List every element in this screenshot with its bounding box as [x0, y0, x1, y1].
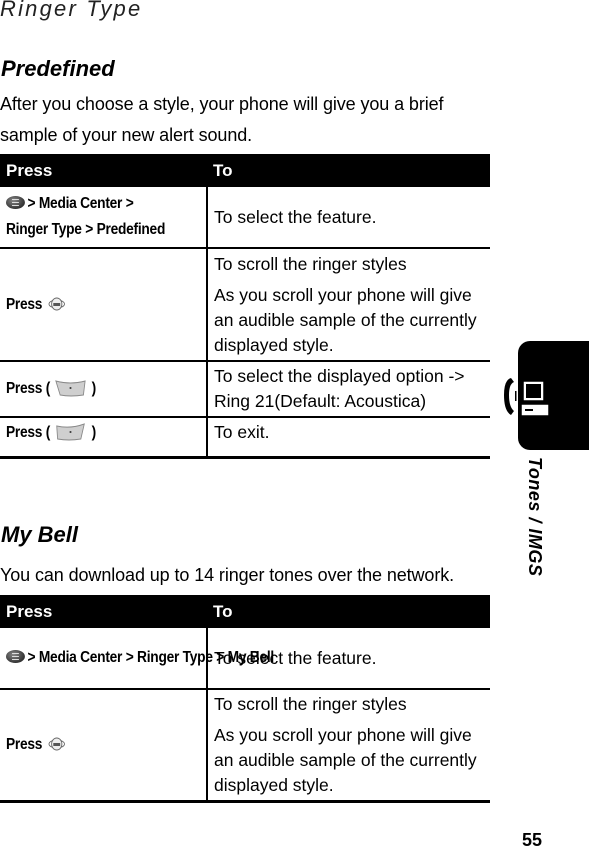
- to-text: To select the feature.: [214, 206, 377, 227]
- table-row: Press To scroll the ringer styles As you…: [0, 248, 490, 362]
- press-cell: Press ( ): [0, 361, 208, 418]
- to-cell: To select the displayed option -> Ring 2…: [207, 361, 490, 418]
- nav-key-icon: [48, 297, 66, 310]
- chapter-label: Tones / IMGS: [525, 457, 545, 577]
- intro-line: After you choose a style, your phone wil…: [0, 94, 444, 114]
- page-number: 55: [522, 830, 543, 850]
- header-to: To: [207, 154, 490, 187]
- press-text: ): [91, 424, 97, 441]
- header-to: To: [207, 595, 490, 628]
- press-cell: Press: [0, 248, 208, 362]
- to-text: To scroll the ringer styles: [214, 694, 407, 714]
- section-title-predefined: Predefined: [1, 56, 115, 81]
- press-text: Press (: [6, 424, 51, 441]
- to-cell: To exit.: [207, 417, 490, 459]
- press-text: Press: [6, 736, 43, 753]
- menu-key-icon: [6, 196, 25, 209]
- header-press: Press: [0, 595, 207, 628]
- table-row: > Media Center > Ringer Type > Predefine…: [0, 187, 490, 249]
- press-text: > Media Center > Ringer Type > My Bell: [27, 649, 275, 666]
- press-text: ): [91, 380, 97, 397]
- table-row: Press ( ) To select the displayed option…: [0, 361, 490, 418]
- table-row: > Media Center > Ringer Type > My Bell T…: [0, 628, 490, 690]
- press-text: > Media Center > Ringer Type > Predefine…: [6, 195, 166, 238]
- right-soft-key-icon: [55, 380, 87, 397]
- command-table-my-bell: Press To > Media Center > Ringer Type > …: [0, 595, 490, 803]
- press-text: Press: [6, 295, 43, 313]
- to-text: As you scroll your phone will give an au…: [214, 284, 477, 355]
- press-cell: Press: [0, 689, 208, 803]
- command-table-predefined: Press To > Media Center > Ringer Type > …: [0, 154, 490, 459]
- to-cell: To scroll the ringer styles As you scrol…: [207, 689, 490, 803]
- section-title-my-bell: My Bell: [1, 522, 79, 547]
- menu-key-icon: [6, 650, 25, 663]
- table-header-row: Press To: [0, 154, 490, 187]
- nav-key-icon: [48, 737, 66, 751]
- to-text: To select the displayed option -> Ring 2…: [214, 366, 465, 411]
- to-cell: To select the feature.: [207, 187, 490, 249]
- press-cell: > Media Center > Ringer Type > My Bell: [0, 628, 274, 690]
- to-text: To exit.: [214, 422, 270, 442]
- section-intro-predefined: After you choose a style, your phone wil…: [0, 89, 480, 151]
- table-header-row: Press To: [0, 595, 490, 628]
- press-cell: > Media Center > Ringer Type > Predefine…: [0, 187, 208, 249]
- header-press: Press: [0, 154, 207, 187]
- press-cell: Press ( ): [0, 417, 208, 459]
- page-header: Ringer Type: [0, 0, 143, 21]
- table-row: Press To scroll the ringer styles As you…: [0, 689, 490, 803]
- table-row: Press ( ) To exit.: [0, 417, 490, 459]
- section-intro-my-bell: You can download up to 14 ringer tones o…: [0, 560, 480, 591]
- press-text: Press (: [6, 380, 51, 397]
- to-text: As you scroll your phone will give an au…: [214, 725, 477, 795]
- intro-line: sample of your new alert sound.: [0, 125, 253, 145]
- to-cell: To scroll the ringer styles As you scrol…: [207, 248, 490, 362]
- intro-line: You can download up to 14 ringer tones o…: [0, 565, 455, 585]
- left-soft-key-icon: [56, 423, 86, 441]
- phone-computer-icon: [504, 378, 550, 417]
- to-text: To scroll the ringer styles: [214, 253, 407, 274]
